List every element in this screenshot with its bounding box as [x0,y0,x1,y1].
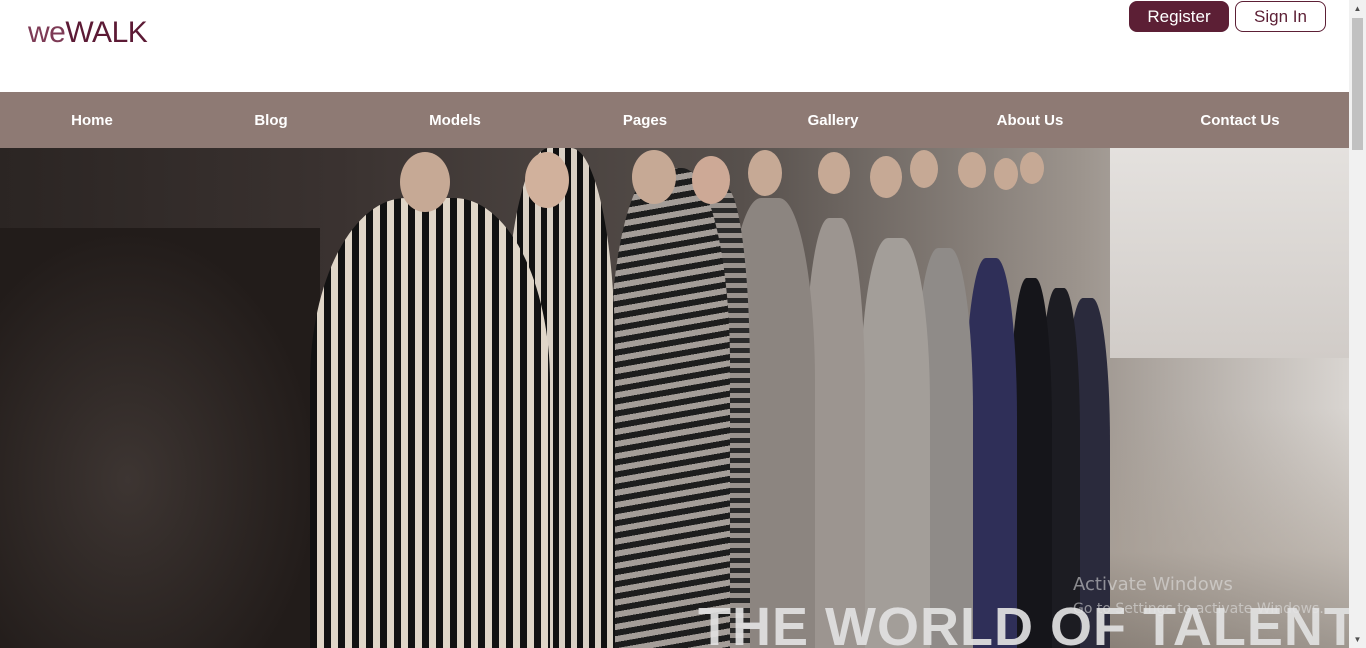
register-button[interactable]: Register [1129,1,1229,32]
hero-backdrop-wall [1110,148,1349,358]
vertical-scrollbar[interactable]: ▲ ▼ [1349,0,1366,648]
hero-audience [0,228,320,648]
site-header: weWALK Register Sign In [0,0,1349,92]
nav-item-about-us[interactable]: About Us [997,92,1064,148]
sign-in-button[interactable]: Sign In [1235,1,1326,32]
windows-activation-watermark-subtitle: Go to Settings to activate Windows. [1073,601,1324,617]
main-nav: Home Blog Models Pages Gallery About Us … [0,92,1349,148]
chevron-up-icon[interactable]: ▲ [1349,0,1366,17]
chevron-down-icon[interactable]: ▼ [1349,631,1366,648]
nav-item-pages[interactable]: Pages [623,92,667,148]
nav-item-models[interactable]: Models [429,92,481,148]
windows-activation-watermark-title: Activate Windows [1073,574,1233,595]
nav-item-contact-us[interactable]: Contact Us [1200,92,1279,148]
hero-banner: THE WORLD OF TALENT Activate Windows Go … [0,148,1349,648]
page: weWALK Register Sign In Home Blog Models… [0,0,1349,648]
logo-prefix: we [28,16,66,49]
nav-item-home[interactable]: Home [71,92,113,148]
site-logo[interactable]: weWALK [28,16,148,50]
logo-suffix: WALK [65,16,148,49]
nav-item-blog[interactable]: Blog [254,92,287,148]
scrollbar-thumb[interactable] [1352,18,1363,150]
nav-item-gallery[interactable]: Gallery [808,92,859,148]
